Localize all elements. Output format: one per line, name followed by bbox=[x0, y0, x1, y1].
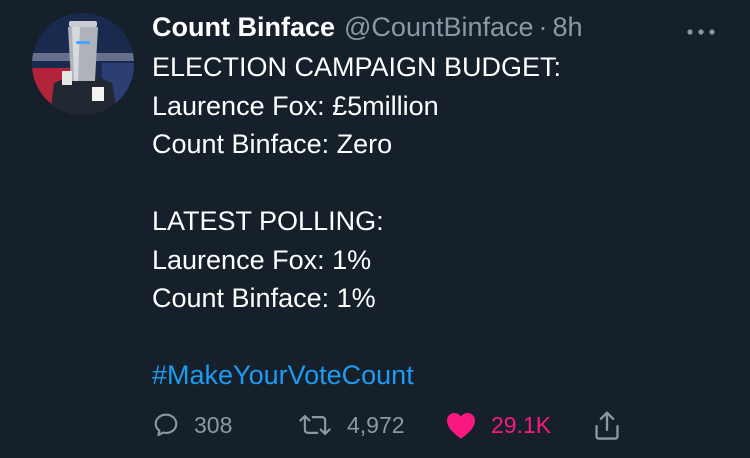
timestamp[interactable]: 8h bbox=[553, 12, 583, 43]
tweet-line: LATEST POLLING: bbox=[152, 206, 384, 236]
display-name[interactable]: Count Binface bbox=[152, 12, 335, 43]
like-button[interactable]: 29.1K bbox=[445, 405, 551, 445]
more-horizontal-icon[interactable] bbox=[686, 24, 716, 35]
hashtag-link[interactable]: #MakeYourVoteCount bbox=[152, 360, 414, 390]
tweet[interactable]: Count Binface @CountBinface · 8h ELECTIO… bbox=[0, 0, 750, 458]
share-button[interactable] bbox=[592, 405, 622, 445]
tweet-line: ELECTION CAMPAIGN BUDGET: bbox=[152, 52, 562, 82]
tweet-line: Count Binface: Zero bbox=[152, 129, 393, 159]
user-handle[interactable]: @CountBinface bbox=[344, 12, 534, 43]
share-icon bbox=[592, 409, 622, 441]
reply-icon bbox=[152, 411, 180, 439]
heart-icon bbox=[445, 410, 477, 440]
tweet-line: Laurence Fox: 1% bbox=[152, 244, 372, 275]
like-count: 29.1K bbox=[491, 411, 552, 438]
retweet-count: 4,972 bbox=[347, 411, 405, 438]
reply-count: 308 bbox=[194, 411, 233, 438]
reply-button[interactable]: 308 bbox=[152, 405, 232, 445]
tweet-header: Count Binface @CountBinface · 8h bbox=[152, 9, 583, 45]
separator-dot: · bbox=[538, 11, 548, 42]
retweet-button[interactable]: 4,972 bbox=[297, 405, 405, 445]
tweet-actions: 308 4,972 29.1K bbox=[152, 405, 652, 445]
retweet-icon bbox=[297, 411, 333, 439]
avatar[interactable] bbox=[32, 13, 134, 115]
tweet-text: ELECTION CAMPAIGN BUDGET: Laurence Fox: … bbox=[152, 48, 712, 395]
tweet-line: Count Binface: 1% bbox=[152, 283, 376, 313]
tweet-line: Laurence Fox: £5million bbox=[152, 90, 439, 121]
